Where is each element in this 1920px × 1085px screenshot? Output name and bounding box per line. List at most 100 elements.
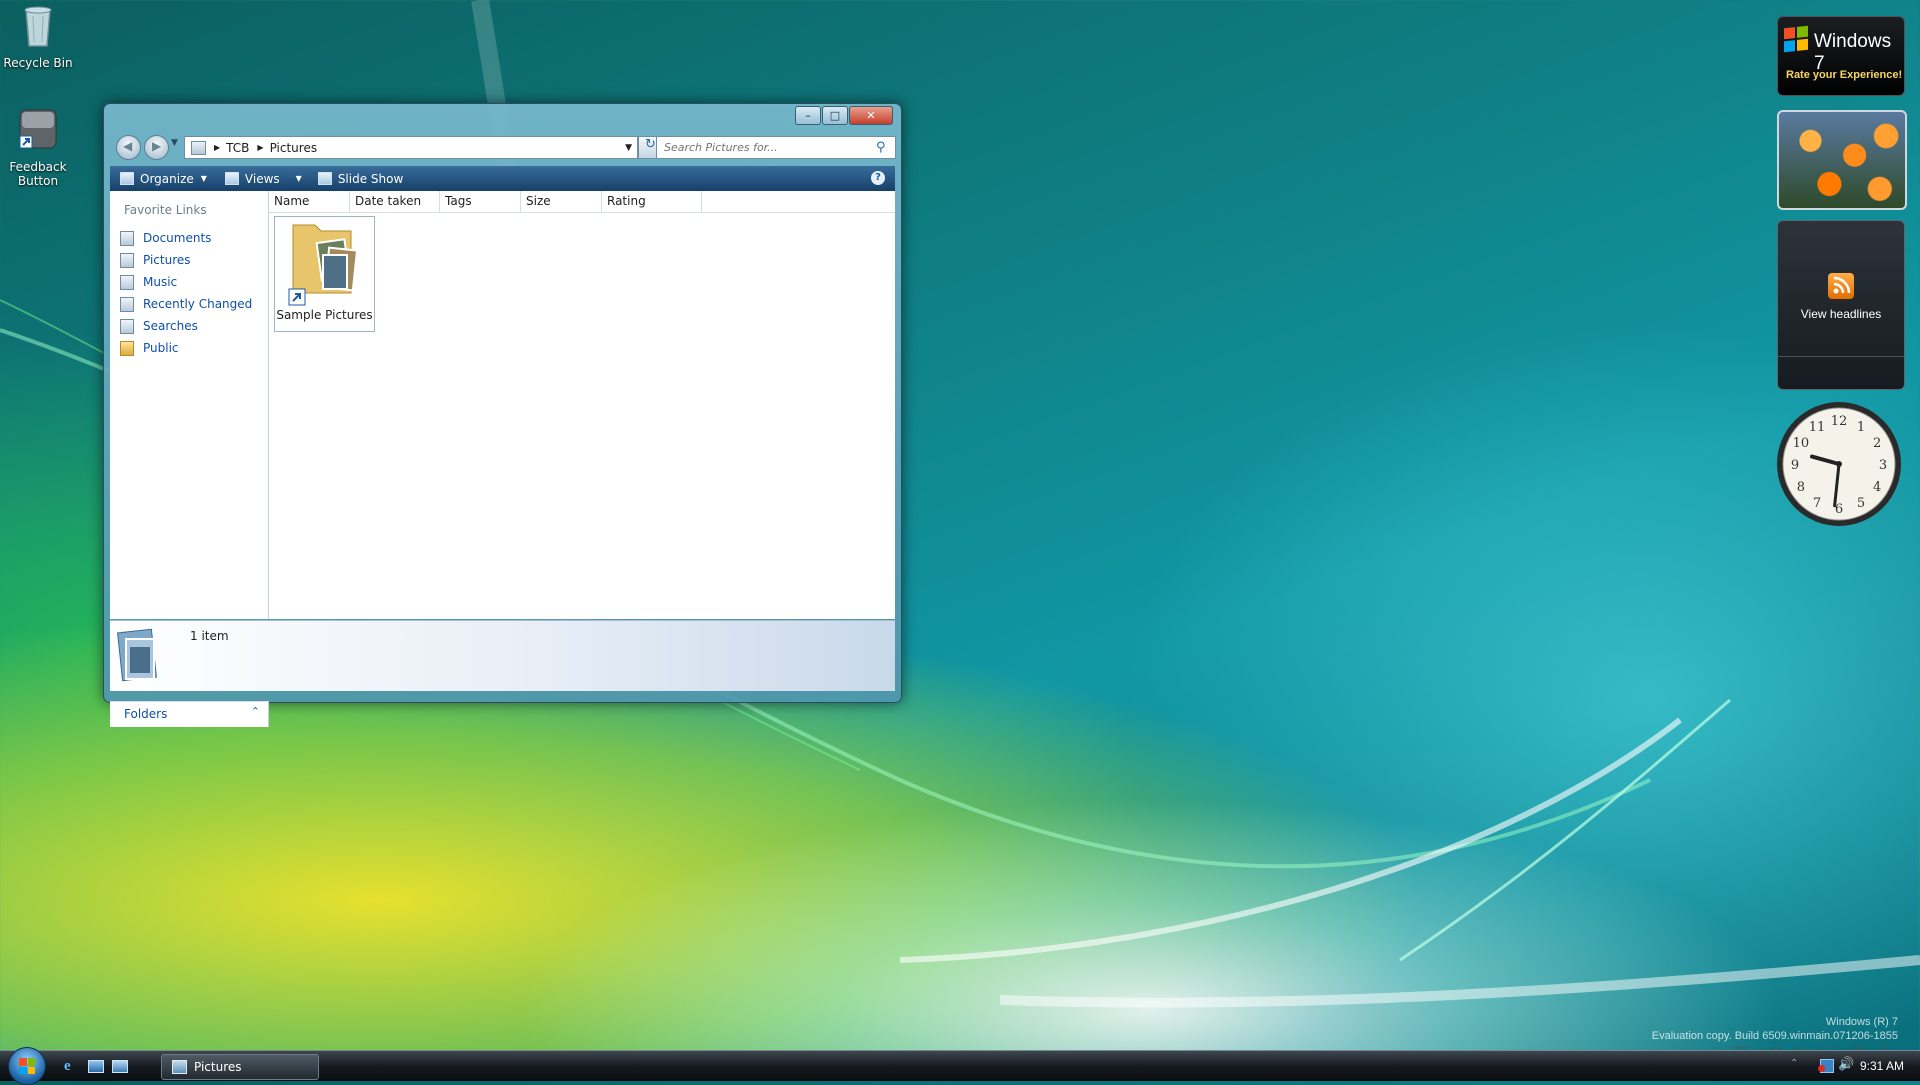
minimize-button[interactable]: –	[795, 106, 821, 125]
build-line-1: Windows (R) 7	[1825, 1016, 1898, 1028]
favorite-link-searches[interactable]: Searches	[110, 315, 268, 337]
maximize-button[interactable]: □	[822, 106, 848, 125]
refresh-icon: ↻	[645, 137, 656, 152]
computer-icon	[191, 140, 206, 155]
chevron-up-icon: ⌃	[250, 705, 260, 718]
desktop-icon-feedback[interactable]: Feedback Button	[0, 106, 76, 188]
desktop-icon-label: Feedback Button	[9, 160, 67, 188]
column-header-tags[interactable]: Tags	[440, 191, 521, 212]
clock-face: 12 1234567891011	[1777, 402, 1901, 526]
favorite-link-label: Public	[143, 341, 179, 355]
clock-number: 11	[1809, 420, 1826, 435]
help-button[interactable]: ?	[871, 171, 885, 185]
clock-number: 5	[1857, 496, 1865, 511]
favorite-link-label: Recently Changed	[143, 297, 253, 311]
pictures-library-icon	[117, 628, 157, 682]
network-error-icon	[1818, 1065, 1825, 1072]
column-header-rating[interactable]: Rating	[602, 191, 702, 212]
favorite-links-header: Favorite Links	[124, 203, 207, 217]
clock-number: 8	[1797, 480, 1805, 495]
internet-explorer-icon[interactable]: e	[64, 1058, 71, 1075]
favorite-link-public[interactable]: Public	[110, 337, 268, 359]
music-icon	[120, 274, 134, 290]
breadcrumb-pictures[interactable]: Pictures	[270, 141, 318, 155]
views-icon	[224, 172, 239, 185]
slideshow-gadget[interactable]	[1777, 110, 1907, 210]
documents-icon	[120, 230, 134, 246]
switch-windows-icon[interactable]	[112, 1060, 128, 1073]
column-headers: Name Date taken Tags Size Rating	[269, 191, 895, 213]
rate-experience-link[interactable]: Rate your Experience!	[1786, 69, 1902, 81]
column-header-name[interactable]: Name	[269, 191, 350, 212]
breadcrumb-tcb[interactable]: TCB	[226, 141, 249, 155]
slideshow-icon	[317, 172, 332, 185]
pictures-folder-icon	[172, 1060, 187, 1074]
navigation-pane: Favorite Links Documents Pictures Music …	[110, 191, 269, 619]
address-bar[interactable]: ▶ TCB ▶ Pictures ▼	[184, 136, 638, 159]
search-input[interactable]	[662, 140, 872, 155]
search-box[interactable]: ⚲	[656, 136, 896, 159]
window-controls: – □ ✕	[794, 106, 893, 125]
start-button[interactable]	[8, 1047, 46, 1085]
feed-gadget-divider	[1778, 356, 1904, 357]
forward-arrow-icon: ▶	[152, 139, 162, 153]
favorite-link-recently-changed[interactable]: Recently Changed	[110, 293, 268, 315]
recent-pages-dropdown[interactable]: ▼	[171, 138, 178, 148]
clock-number: 9	[1791, 458, 1799, 473]
windows-logo-icon	[1784, 25, 1808, 53]
clock-time[interactable]: 9:31 AM	[1860, 1059, 1904, 1073]
navigation-bar: ◀ ▶ ▼ ▶ TCB ▶ Pictures ▼ ↻ ⚲	[110, 132, 896, 162]
folder-item-label: Sample Pictures	[276, 308, 373, 322]
taskbar-button-pictures[interactable]: Pictures	[161, 1054, 319, 1080]
details-pane: 1 item	[110, 620, 895, 691]
views-button[interactable]: Views ▼	[224, 172, 302, 186]
favorite-link-label: Searches	[143, 319, 198, 333]
maximize-icon: □	[829, 109, 841, 122]
chevron-down-icon: ▼	[200, 174, 207, 183]
recycle-bin-icon	[24, 6, 52, 47]
build-line-2: Evaluation copy. Build 6509.winmain.0712…	[1651, 1030, 1898, 1042]
show-desktop-icon[interactable]	[88, 1060, 104, 1073]
column-header-size[interactable]: Size	[521, 191, 602, 212]
close-button[interactable]: ✕	[849, 106, 893, 125]
organize-label: Organize	[140, 171, 194, 186]
folder-item-sample-pictures[interactable]: Sample Pictures	[274, 216, 375, 332]
view-headlines-link[interactable]: View headlines	[1778, 307, 1904, 321]
volume-icon[interactable]: 🔊	[1838, 1057, 1854, 1072]
searches-icon	[120, 318, 134, 334]
back-button[interactable]: ◀	[116, 135, 141, 160]
organize-icon	[120, 172, 134, 185]
favorite-link-label: Pictures	[143, 253, 191, 267]
clock-gadget[interactable]: 12 1 2 3 4 5 6 7 8 9 10 11	[1775, 400, 1903, 528]
windows-logo-icon	[19, 1058, 35, 1074]
clock-number: 1	[1857, 420, 1865, 435]
forward-button[interactable]: ▶	[144, 135, 169, 160]
organize-button[interactable]: Organize ▼	[120, 172, 207, 186]
breadcrumb-separator-icon: ▶	[257, 143, 264, 152]
taskbar-button-label: Pictures	[194, 1060, 242, 1074]
favorite-link-documents[interactable]: Documents	[110, 227, 268, 249]
clock-number: 2	[1873, 436, 1881, 451]
pictures-folder-icon	[288, 224, 358, 306]
favorite-link-pictures[interactable]: Pictures	[110, 249, 268, 271]
address-dropdown-icon[interactable]: ▼	[625, 143, 632, 153]
folders-toggle[interactable]: Folders ⌃	[110, 701, 269, 727]
favorite-link-label: Music	[143, 275, 178, 289]
favorite-link-music[interactable]: Music	[110, 271, 268, 293]
column-header-date-taken[interactable]: Date taken	[350, 191, 440, 212]
windows7-gadget[interactable]: Windows 7 Rate your Experience!	[1777, 16, 1905, 96]
taskbar: e Pictures ⌃ 🔊 9:31 AM	[0, 1047, 1920, 1085]
clock-number: 3	[1879, 458, 1887, 473]
desktop-icon-recycle-bin[interactable]: Recycle Bin	[0, 2, 76, 70]
folder-icon	[120, 340, 134, 356]
slideshow-label: Slide Show	[337, 171, 404, 186]
clock-number: 10	[1793, 436, 1810, 451]
search-icon[interactable]: ⚲	[876, 140, 886, 155]
favorite-link-label: Documents	[143, 231, 212, 245]
feed-headlines-gadget[interactable]: View headlines	[1777, 220, 1905, 390]
clock-number: 12	[1831, 414, 1848, 429]
slideshow-button[interactable]: Slide Show	[317, 171, 404, 186]
show-hidden-icons-icon[interactable]: ⌃	[1790, 1058, 1798, 1069]
close-icon: ✕	[866, 109, 876, 122]
network-icon[interactable]	[1818, 1059, 1834, 1073]
